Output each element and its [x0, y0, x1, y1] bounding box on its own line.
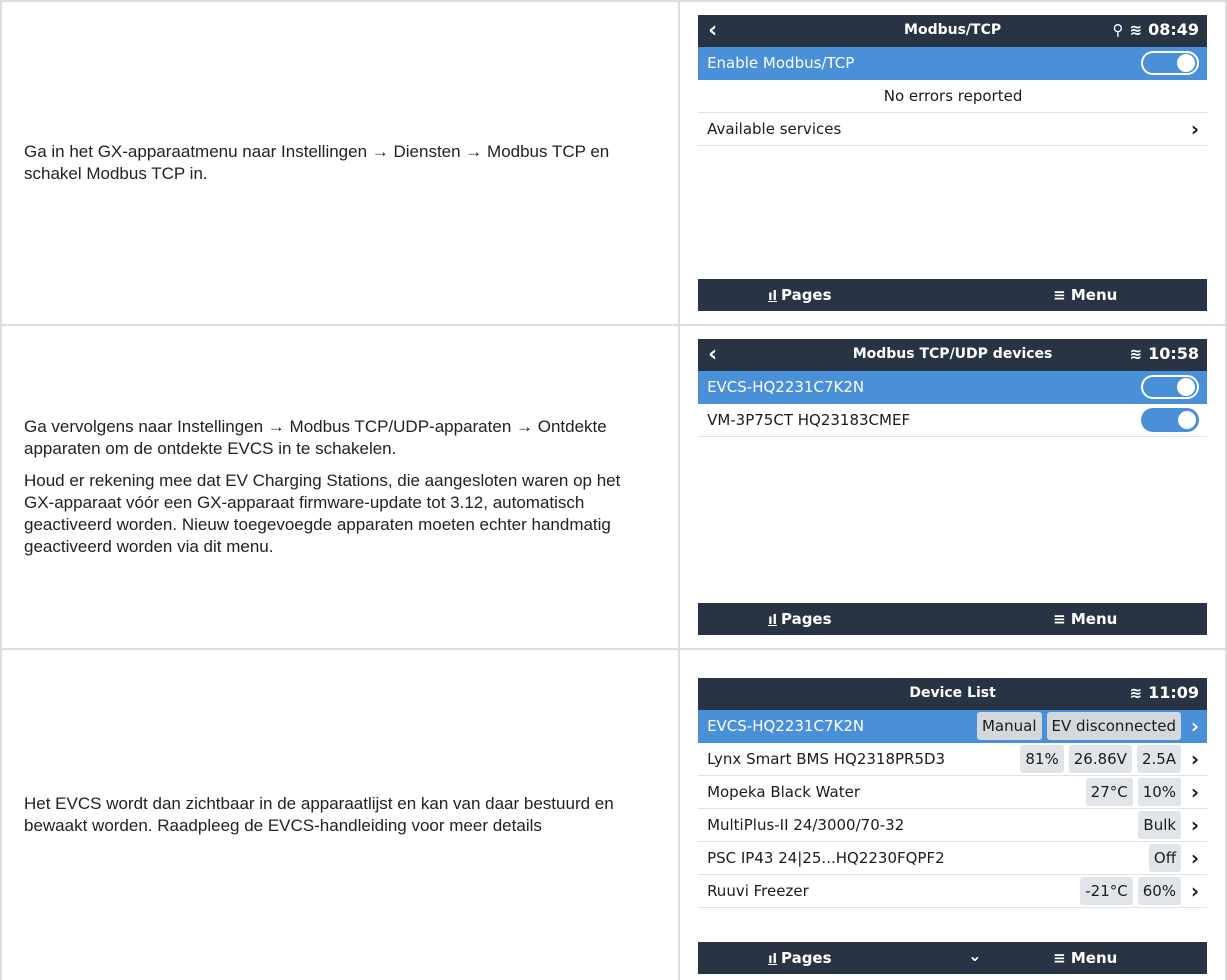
top-bar: ‹ Modbus/TCP ⚲ ≋ 08:49	[698, 15, 1208, 47]
pages-button[interactable]: ıl Pages	[768, 286, 831, 304]
menu-label: Menu	[1070, 286, 1118, 304]
list-item-label: Lynx Smart BMS HQ2318PR5D3	[707, 750, 946, 768]
gx-screen-device-list: Device List ≋ 11:09 EVCS-HQ2231C7K2N Man…	[698, 678, 1208, 974]
screenshot-cell: ‹ Modbus/TCP ⚲ ≋ 08:49 Enable Modbus/TCP…	[678, 0, 1227, 326]
value-pill: Off	[1148, 844, 1182, 872]
wifi-icon: ≋	[1129, 20, 1143, 39]
list-item-label: Mopeka Black Water	[707, 783, 861, 801]
status-area: ≋ 11:09	[1130, 683, 1200, 702]
instruction-paragraph: Houd er rekening mee dat EV Charging Sta…	[24, 471, 621, 556]
table-row: Het EVCS wordt dan zichtbaar in de appar…	[0, 648, 1227, 980]
list-item-evcs[interactable]: EVCS-HQ2231C7K2N Manual EV disconnected …	[698, 710, 1208, 743]
value-pill: 10%	[1137, 778, 1182, 806]
clock: 10:58	[1148, 344, 1200, 363]
instruction-paragraph: Het EVCS wordt dan zichtbaar in de appar…	[24, 794, 614, 835]
list-item-enable-modbus[interactable]: Enable Modbus/TCP	[698, 47, 1208, 80]
toggle-knob	[1177, 378, 1196, 396]
table-row: Ga in het GX-apparaatmenu naar Instellin…	[0, 0, 1227, 326]
value-pill: Bulk	[1138, 811, 1182, 839]
wifi-icon: ≋	[1129, 344, 1143, 363]
wifi-icon: ≋	[1129, 683, 1143, 702]
bottom-bar: ıl Pages ≡ Menu	[698, 603, 1208, 635]
chevron-down-icon[interactable]: ⌄	[968, 946, 981, 965]
list-item-label: VM-3P75CT HQ23183CMEF	[707, 411, 911, 429]
value-pill: Manual	[976, 712, 1042, 740]
bottom-bar: ıl Pages ≡ Menu	[698, 279, 1208, 311]
list-item-label: Available services	[707, 120, 842, 138]
instruction-text-cell: Ga in het GX-apparaatmenu naar Instellin…	[0, 0, 681, 326]
hamburger-icon: ≡	[1053, 610, 1071, 628]
list-item-status: No errors reported	[698, 80, 1208, 113]
bar-chart-icon: ıl	[768, 613, 777, 628]
chevron-right-icon: ›	[1190, 879, 1200, 903]
list-item-mopeka[interactable]: Mopeka Black Water 27°C 10% ›	[698, 776, 1208, 809]
list-item-label: EVCS-HQ2231C7K2N	[707, 378, 865, 396]
value-pill: 60%	[1137, 877, 1182, 905]
chevron-right-icon: ›	[1190, 780, 1200, 804]
list-item-vm3p75ct[interactable]: VM-3P75CT HQ23183CMEF	[698, 404, 1208, 437]
pages-label: Pages	[780, 949, 832, 967]
list-item-label: EVCS-HQ2231C7K2N	[707, 717, 865, 735]
list-item-label: Ruuvi Freezer	[707, 882, 809, 900]
location-pin-icon: ⚲	[1112, 20, 1124, 39]
list-item-psc[interactable]: PSC IP43 24|25...HQ2230FQPF2 Off ›	[698, 842, 1208, 875]
toggle-switch[interactable]	[1141, 51, 1200, 75]
status-area: ≋ 10:58	[1130, 344, 1200, 363]
list-item-evcs[interactable]: EVCS-HQ2231C7K2N	[698, 371, 1208, 404]
chevron-right-icon: ›	[1190, 747, 1200, 771]
pages-button[interactable]: ıl Pages	[768, 610, 831, 628]
menu-label: Menu	[1070, 610, 1118, 628]
list-item-label: Enable Modbus/TCP	[707, 54, 855, 72]
chevron-right-icon: ›	[1190, 117, 1200, 141]
table-row: Ga vervolgens naar Instellingen → Modbus…	[0, 324, 1227, 650]
value-pill: 81%	[1020, 745, 1064, 773]
hamburger-icon: ≡	[1053, 949, 1071, 967]
instruction-paragraph: Ga vervolgens naar Instellingen → Modbus…	[24, 417, 607, 458]
clock: 11:09	[1148, 683, 1200, 702]
instruction-text-cell: Het EVCS wordt dan zichtbaar in de appar…	[0, 648, 681, 980]
top-bar: ‹ Modbus TCP/UDP devices ≋ 10:58	[698, 339, 1208, 371]
chevron-right-icon: ›	[1190, 714, 1200, 738]
toggle-switch[interactable]	[1141, 408, 1200, 432]
menu-button[interactable]: ≡ Menu	[1053, 286, 1117, 304]
bottom-bar: ıl Pages ⌄ ≡ Menu	[698, 942, 1208, 974]
toggle-knob	[1177, 54, 1196, 72]
menu-label: Menu	[1070, 949, 1118, 967]
screenshot-cell: Device List ≋ 11:09 EVCS-HQ2231C7K2N Man…	[678, 648, 1227, 980]
pages-button[interactable]: ıl Pages	[768, 949, 831, 967]
clock: 08:49	[1148, 20, 1200, 39]
toggle-switch[interactable]	[1141, 375, 1200, 399]
instruction-table: Ga in het GX-apparaatmenu naar Instellin…	[0, 0, 1227, 980]
list-item-multiplus[interactable]: MultiPlus-II 24/3000/70-32 Bulk ›	[698, 809, 1208, 842]
chevron-right-icon: ›	[1190, 846, 1200, 870]
pages-label: Pages	[780, 610, 832, 628]
gx-screen-modbus-tcp: ‹ Modbus/TCP ⚲ ≋ 08:49 Enable Modbus/TCP…	[698, 15, 1208, 311]
value-pill: 2.5A	[1136, 745, 1182, 773]
instruction-text-cell: Ga vervolgens naar Instellingen → Modbus…	[0, 324, 681, 650]
top-bar: Device List ≋ 11:09	[698, 678, 1208, 710]
instruction-paragraph: Ga in het GX-apparaatmenu naar Instellin…	[24, 142, 610, 183]
value-pill: EV disconnected	[1046, 712, 1182, 740]
list-item-available-services[interactable]: Available services ›	[698, 113, 1208, 146]
list-item-ruuvi[interactable]: Ruuvi Freezer -21°C 60% ›	[698, 875, 1208, 908]
toggle-knob	[1178, 411, 1197, 429]
list-item-label: PSC IP43 24|25...HQ2230FQPF2	[707, 849, 945, 867]
pages-label: Pages	[780, 286, 832, 304]
list-item-lynx-bms[interactable]: Lynx Smart BMS HQ2318PR5D3 81% 26.86V 2.…	[698, 743, 1208, 776]
menu-button[interactable]: ≡ Menu	[1053, 610, 1117, 628]
status-text: No errors reported	[883, 87, 1023, 105]
list-item-label: MultiPlus-II 24/3000/70-32	[707, 816, 905, 834]
menu-button[interactable]: ≡ Menu	[1053, 949, 1117, 967]
screenshot-cell: ‹ Modbus TCP/UDP devices ≋ 10:58 EVCS-HQ…	[678, 324, 1227, 650]
chevron-right-icon: ›	[1190, 813, 1200, 837]
bar-chart-icon: ıl	[768, 289, 777, 304]
gx-screen-modbus-devices: ‹ Modbus TCP/UDP devices ≋ 10:58 EVCS-HQ…	[698, 339, 1208, 635]
value-pill: -21°C	[1080, 877, 1133, 905]
value-pill: 26.86V	[1068, 745, 1132, 773]
value-pill: 27°C	[1085, 778, 1133, 806]
status-area: ⚲ ≋ 08:49	[1113, 20, 1200, 39]
bar-chart-icon: ıl	[768, 952, 777, 967]
hamburger-icon: ≡	[1053, 286, 1071, 304]
